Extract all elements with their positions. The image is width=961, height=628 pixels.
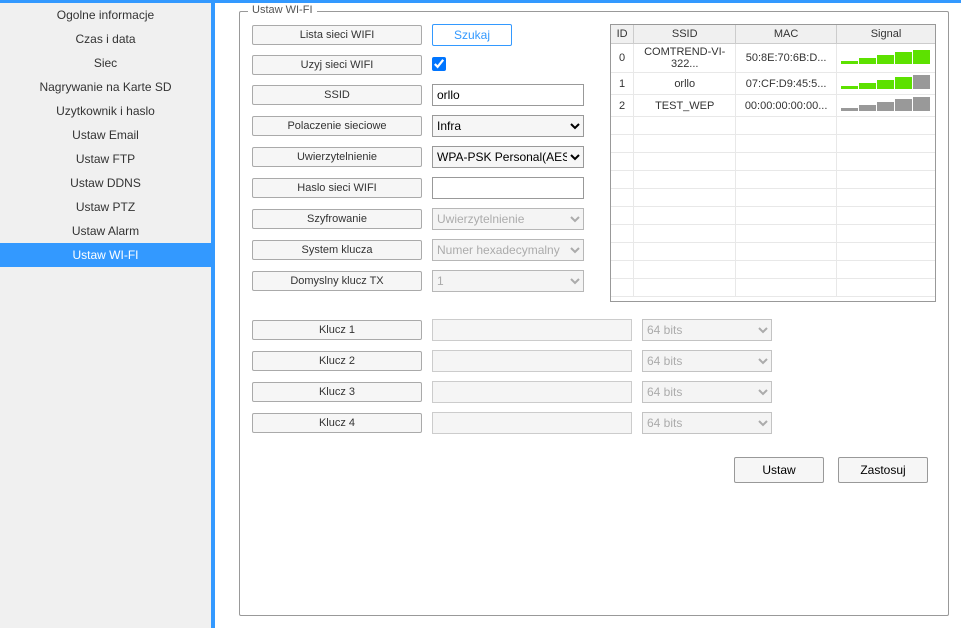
klucz-2-input: [432, 350, 632, 372]
polaczenie-label: Polaczenie sieciowe: [252, 116, 422, 136]
table-row-empty: [611, 135, 935, 153]
sidebar-item-alarm[interactable]: Ustaw Alarm: [0, 219, 211, 243]
sidebar-item-siec[interactable]: Siec: [0, 51, 211, 75]
ssid-input[interactable]: [432, 84, 584, 106]
cell-mac: 50:8E:70:6B:D...: [736, 44, 837, 73]
table-row[interactable]: 2TEST_WEP00:00:00:00:00...: [611, 95, 935, 117]
ustaw-button[interactable]: Ustaw: [734, 457, 824, 483]
uwierzytelnienie-select[interactable]: WPA-PSK Personal(AES): [432, 146, 584, 168]
cell-id: 2: [611, 95, 634, 117]
cell-ssid: orllo: [634, 73, 736, 95]
sidebar-item-nagrywanie[interactable]: Nagrywanie na Karte SD: [0, 75, 211, 99]
table-row-empty: [611, 207, 935, 225]
lista-sieci-label: Lista sieci WIFI: [252, 25, 422, 45]
sidebar-item-ogolne[interactable]: Ogolne informacje: [0, 3, 211, 27]
haslo-input[interactable]: [432, 177, 584, 199]
sidebar-item-czas[interactable]: Czas i data: [0, 27, 211, 51]
wifi-panel: Ustaw WI-FI Lista sieci WIFI Szukaj Uzyj…: [239, 11, 949, 616]
table-row-empty: [611, 243, 935, 261]
cell-id: 1: [611, 73, 634, 95]
klucz-3-label: Klucz 3: [252, 382, 422, 402]
sidebar-item-wifi[interactable]: Ustaw WI-FI: [0, 243, 211, 267]
wifi-network-table: ID SSID MAC Signal 0COMTREND-VI-322...50…: [610, 24, 936, 302]
domyslny-klucz-select: 1: [432, 270, 584, 292]
col-header-ssid[interactable]: SSID: [634, 25, 736, 44]
cell-id: 0: [611, 44, 634, 73]
haslo-label: Haslo sieci WIFI: [252, 178, 422, 198]
klucz-2-label: Klucz 2: [252, 351, 422, 371]
klucz-4-input: [432, 412, 632, 434]
system-klucza-select: Numer hexadecymalny: [432, 239, 584, 261]
cell-signal: [837, 44, 936, 73]
uwierzytelnienie-label: Uwierzytelnienie: [252, 147, 422, 167]
ssid-label: SSID: [252, 85, 422, 105]
sidebar-item-uzytkownik[interactable]: Uzytkownik i haslo: [0, 99, 211, 123]
cell-ssid: TEST_WEP: [634, 95, 736, 117]
klucz-1-label: Klucz 1: [252, 320, 422, 340]
table-row-empty: [611, 117, 935, 135]
cell-mac: 07:CF:D9:45:5...: [736, 73, 837, 95]
table-row-empty: [611, 225, 935, 243]
klucz-4-bits-select: 64 bits: [642, 412, 772, 434]
sidebar-item-ptz[interactable]: Ustaw PTZ: [0, 195, 211, 219]
klucz-1-bits-select: 64 bits: [642, 319, 772, 341]
szyfrowanie-label: Szyfrowanie: [252, 209, 422, 229]
szukaj-button[interactable]: Szukaj: [432, 24, 512, 46]
sidebar-item-ddns[interactable]: Ustaw DDNS: [0, 171, 211, 195]
table-row-empty: [611, 189, 935, 207]
cell-mac: 00:00:00:00:00...: [736, 95, 837, 117]
zastosuj-button[interactable]: Zastosuj: [838, 457, 928, 483]
polaczenie-select[interactable]: Infra: [432, 115, 584, 137]
table-row-empty: [611, 261, 935, 279]
klucz-1-input: [432, 319, 632, 341]
uzyj-sieci-checkbox[interactable]: [432, 57, 446, 71]
domyslny-klucz-label: Domyslny klucz TX: [252, 271, 422, 291]
cell-signal: [837, 73, 936, 95]
cell-signal: [837, 95, 936, 117]
sidebar-item-ftp[interactable]: Ustaw FTP: [0, 147, 211, 171]
table-row-empty: [611, 153, 935, 171]
klucz-3-input: [432, 381, 632, 403]
klucz-2-bits-select: 64 bits: [642, 350, 772, 372]
table-row[interactable]: 1orllo07:CF:D9:45:5...: [611, 73, 935, 95]
sidebar-item-email[interactable]: Ustaw Email: [0, 123, 211, 147]
system-klucza-label: System klucza: [252, 240, 422, 260]
cell-ssid: COMTREND-VI-322...: [634, 44, 736, 73]
table-row[interactable]: 0COMTREND-VI-322...50:8E:70:6B:D...: [611, 44, 935, 73]
col-header-signal[interactable]: Signal: [837, 25, 936, 44]
col-header-id[interactable]: ID: [611, 25, 634, 44]
klucz-4-label: Klucz 4: [252, 413, 422, 433]
panel-title: Ustaw WI-FI: [248, 4, 317, 16]
table-row-empty: [611, 171, 935, 189]
klucz-3-bits-select: 64 bits: [642, 381, 772, 403]
table-row-empty: [611, 279, 935, 297]
szyfrowanie-select: Uwierzytelnienie: [432, 208, 584, 230]
col-header-mac[interactable]: MAC: [736, 25, 837, 44]
uzyj-sieci-label: Uzyj sieci WIFI: [252, 55, 422, 75]
sidebar: Ogolne informacje Czas i data Siec Nagry…: [0, 3, 215, 628]
